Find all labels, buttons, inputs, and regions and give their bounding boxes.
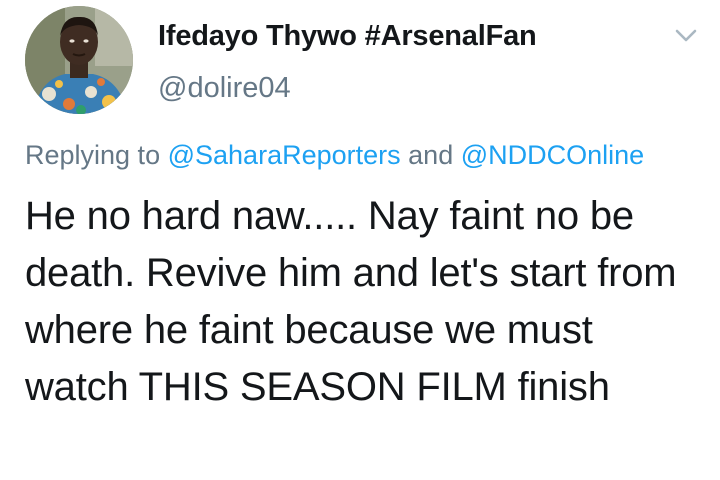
tweet-body-text: He no hard naw..... Nay faint no be deat… xyxy=(25,194,677,409)
author-display-name[interactable]: Ifedayo Thywo #ArsenalFan xyxy=(158,20,537,53)
profile-photo xyxy=(25,6,133,114)
avatar[interactable] xyxy=(25,6,133,114)
reply-joiner: and xyxy=(408,140,454,170)
author-handle[interactable]: @dolire04 xyxy=(158,72,291,105)
mention-link-saharareporters[interactable]: @SaharaReporters xyxy=(168,140,401,170)
tweet-card: Ifedayo Thywo #ArsenalFan @dolire04 Repl… xyxy=(0,0,720,480)
reply-prefix: Replying to xyxy=(25,140,161,170)
reply-context: Replying to @SaharaReporters and @NDDCOn… xyxy=(25,140,644,171)
chevron-down-icon[interactable] xyxy=(674,28,698,44)
mention-link-nddconline[interactable]: @NDDCOnline xyxy=(461,140,644,170)
